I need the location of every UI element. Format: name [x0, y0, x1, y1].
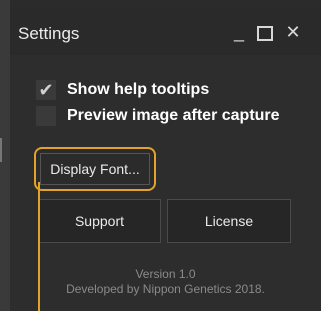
window-title: Settings: [18, 24, 80, 43]
display-font-label: Display Font...: [50, 161, 140, 177]
preview-image-checkbox[interactable]: [36, 106, 56, 126]
show-help-tooltips-label: Show help tooltips: [67, 81, 210, 98]
background-divider: [0, 138, 2, 162]
support-button[interactable]: Support: [38, 199, 161, 243]
callout-line: [38, 182, 40, 311]
close-icon[interactable]: ✕: [280, 21, 306, 43]
title-bar[interactable]: Settings _ ✕: [10, 9, 321, 55]
license-label: License: [204, 213, 254, 229]
support-label: Support: [74, 213, 125, 229]
settings-window: Settings _ ✕ ✔ Show help tooltips Previe…: [10, 9, 321, 311]
preview-image-option[interactable]: Preview image after capture: [36, 105, 280, 127]
show-help-tooltips-checkbox[interactable]: ✔: [36, 80, 56, 100]
show-help-tooltips-option[interactable]: ✔ Show help tooltips: [36, 79, 209, 101]
minimize-icon[interactable]: _: [226, 21, 252, 43]
preview-image-label: Preview image after capture: [67, 107, 280, 124]
license-button[interactable]: License: [167, 199, 291, 243]
maximize-icon[interactable]: [252, 21, 278, 43]
version-text: Version 1.0: [135, 267, 196, 281]
developer-text: Developed by Nippon Genetics 2018.: [66, 282, 265, 296]
display-font-button[interactable]: Display Font...: [34, 147, 156, 191]
